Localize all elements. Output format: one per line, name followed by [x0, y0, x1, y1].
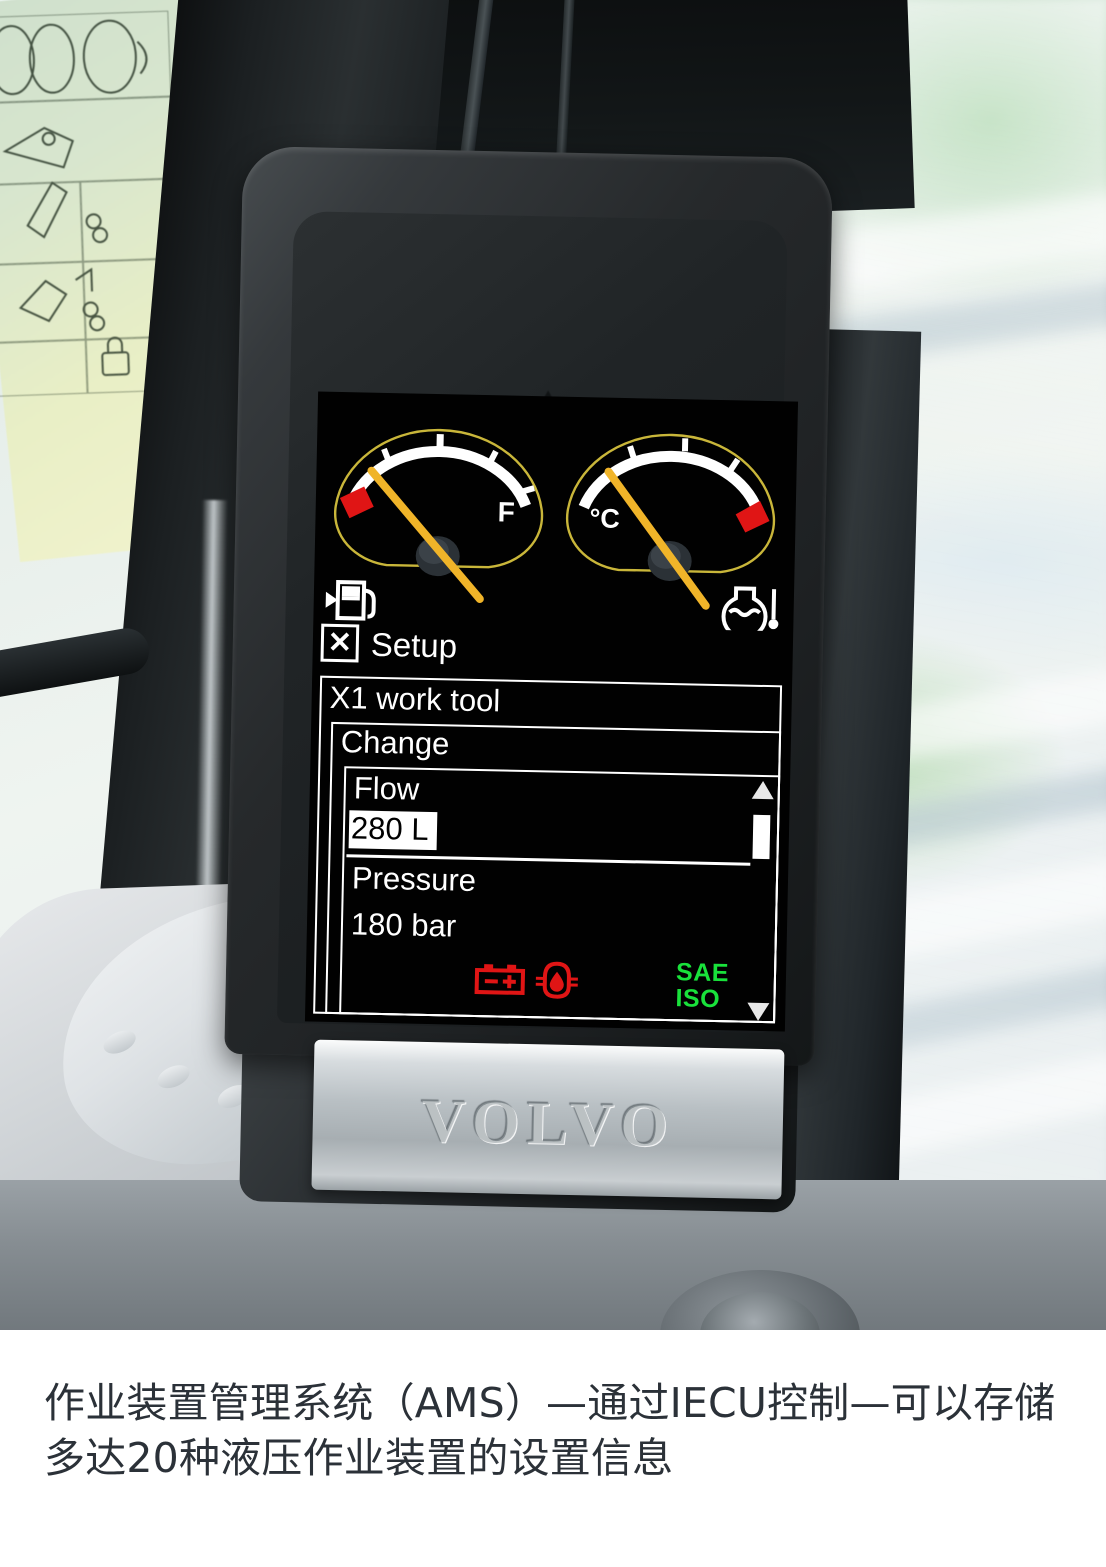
- iecu-display-unit: F °C ✕ Setup X1 work tool Change Flow 28…: [221, 145, 834, 1228]
- list-item-flow-value[interactable]: 280 L: [348, 810, 437, 851]
- caption-area: 作业装置管理系统（AMS）—通过IECU控制—可以存储多达20种液压作业装置的设…: [0, 1330, 1106, 1567]
- setup-label: Setup: [370, 625, 458, 665]
- list-item-pressure-label[interactable]: Pressure: [352, 860, 477, 899]
- status-bar: SAE ISO: [305, 947, 786, 1027]
- fuel-pump-icon: [323, 574, 382, 628]
- scroll-up-arrow-icon[interactable]: [751, 780, 775, 800]
- pattern-standard-iso: ISO: [675, 984, 721, 1014]
- warning-indicators: [473, 959, 582, 1006]
- volvo-logo: VOLVO: [420, 1086, 676, 1161]
- scrollbar-thumb[interactable]: [752, 814, 771, 860]
- engine-oil-pressure-icon: [531, 960, 582, 1006]
- brand-plate: VOLVO: [311, 1039, 785, 1200]
- console-button[interactable]: [153, 1060, 194, 1093]
- list-item-pressure-value[interactable]: 180 bar: [351, 906, 457, 944]
- screenshot-root: F °C ✕ Setup X1 work tool Change Flow 28…: [0, 0, 1106, 1567]
- coolant-temperature-icon: [721, 582, 782, 640]
- x-work-tool-icon: ✕: [320, 623, 360, 663]
- lcd-screen[interactable]: F °C ✕ Setup X1 work tool Change Flow 28…: [304, 391, 799, 1032]
- svg-text:F: F: [497, 496, 515, 527]
- change-label: Change: [340, 724, 450, 762]
- list-item-flow-label[interactable]: Flow: [353, 770, 419, 807]
- gauge-cluster: F °C: [313, 414, 798, 644]
- console-button[interactable]: [100, 1026, 140, 1059]
- pattern-standard-sae: SAE: [675, 958, 730, 988]
- display-bezel: F °C ✕ Setup X1 work tool Change Flow 28…: [224, 145, 834, 1067]
- setup-header[interactable]: ✕ Setup: [320, 623, 458, 665]
- battery-charge-icon: [473, 962, 526, 1002]
- caption-text: 作业装置管理系统（AMS）—通过IECU控制—可以存储多达20种液压作业装置的设…: [44, 1379, 1056, 1483]
- work-tool-title: X1 work tool: [329, 679, 501, 719]
- svg-text:°C: °C: [589, 503, 620, 534]
- cab-photo: F °C ✕ Setup X1 work tool Change Flow 28…: [0, 0, 1106, 1330]
- hydraulic-pattern-indicator: SAE ISO: [675, 958, 730, 1014]
